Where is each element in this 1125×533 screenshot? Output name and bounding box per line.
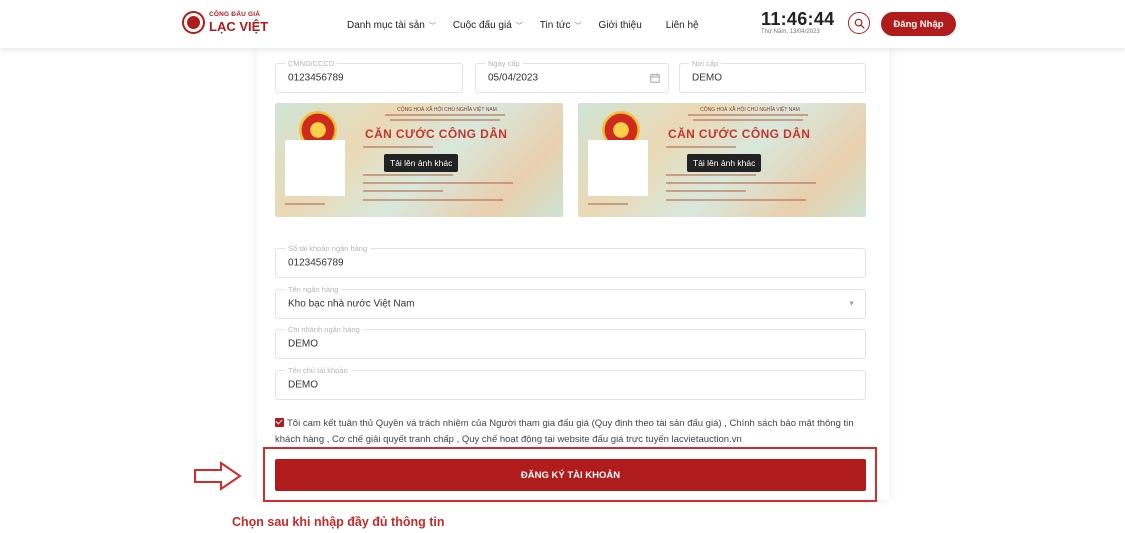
chevron-down-icon: ﹀ [428, 22, 436, 30]
account-holder-field[interactable]: Tên chủ tài khoản DEMO [275, 366, 866, 400]
terms-text: Tôi cam kết tuân thủ Quyền và trách nhiệ… [275, 418, 854, 445]
nav-asset-catalog[interactable]: Danh mục tài sản ﹀ [347, 20, 436, 31]
issue-place-value: DEMO [692, 72, 722, 84]
id-number-field[interactable]: CMND/CCCD 0123456789 [275, 59, 463, 93]
upload-another-image-button[interactable]: Tải lên ảnh khác [687, 154, 762, 172]
id-card-front-image[interactable]: CỘNG HOÀ XÃ HỘI CHỦ NGHĨA VIỆT NAM CĂN C… [275, 103, 563, 217]
upload-another-image-button[interactable]: Tải lên ảnh khác [384, 154, 459, 172]
chevron-down-icon: ﹀ [574, 22, 582, 30]
logo-tagline: CÔNG ĐẤU GIÁ [209, 11, 261, 19]
issue-date-value: 05/04/2023 [488, 72, 539, 84]
site-header: CÔNG ĐẤU GIÁ LẠC VIỆT Danh mục tài sản ﹀ … [0, 0, 1125, 48]
site-logo[interactable]: CÔNG ĐẤU GIÁ LẠC VIỆT [182, 11, 268, 34]
bank-name-value: Kho bạc nhà nước Việt Nam [288, 298, 415, 310]
bank-branch-field[interactable]: Chi nhánh ngân hàng DEMO [275, 325, 866, 359]
login-button[interactable]: Đăng Nhập [881, 12, 956, 36]
id-number-value: 0123456789 [288, 72, 344, 84]
arrow-right-icon [194, 461, 242, 491]
bank-account-value: 0123456789 [288, 257, 344, 269]
id-card-back-image[interactable]: CỘNG HOÀ XÃ HỘI CHỦ NGHĨA VIỆT NAM CĂN C… [578, 103, 866, 217]
nav-news[interactable]: Tin tức ﹀ [540, 20, 582, 31]
search-button[interactable] [848, 12, 870, 34]
logo-name: LẠC VIỆT [209, 18, 269, 34]
nav-contact[interactable]: Liên hệ [666, 20, 699, 31]
seal-logo-icon [182, 11, 205, 34]
clock-date: Thứ Năm, 13/04/2023 [761, 29, 820, 35]
issue-place-field[interactable]: Nơi cấp DEMO [679, 59, 866, 93]
terms-checkbox[interactable] [275, 418, 284, 427]
bank-account-field[interactable]: Số tài khoản ngân hàng 0123456789 [275, 244, 866, 278]
search-icon [854, 18, 864, 28]
bank-branch-value: DEMO [288, 338, 318, 350]
chevron-down-icon: ﹀ [515, 22, 523, 30]
portrait-placeholder [588, 140, 648, 196]
issue-date-field[interactable]: Ngày cấp 05/04/2023 [475, 59, 669, 93]
bank-name-select[interactable]: Tên ngân hàng Kho bạc nhà nước Việt Nam … [275, 285, 866, 319]
live-clock: 11:46:44 Thứ Năm, 13/04/2023 [761, 10, 834, 35]
clock-time: 11:46:44 [761, 9, 835, 29]
portrait-placeholder [285, 140, 345, 196]
terms-agreement: Tôi cam kết tuân thủ Quyền và trách nhiệ… [275, 416, 875, 448]
main-nav: Danh mục tài sản ﹀ Cuộc đấu giá ﹀ Tin tức ﹀… [347, 20, 699, 31]
calendar-icon[interactable] [650, 73, 660, 83]
register-account-button[interactable]: ĐĂNG KÝ TÀI KHOẢN [275, 459, 866, 491]
account-holder-value: DEMO [288, 379, 318, 391]
annotation-note: Chọn sau khi nhập đầy đủ thông tin [232, 515, 445, 529]
nav-auctions[interactable]: Cuộc đấu giá ﹀ [453, 20, 523, 31]
nav-about[interactable]: Giới thiệu [599, 20, 642, 31]
caret-down-icon: ▼ [848, 300, 855, 308]
